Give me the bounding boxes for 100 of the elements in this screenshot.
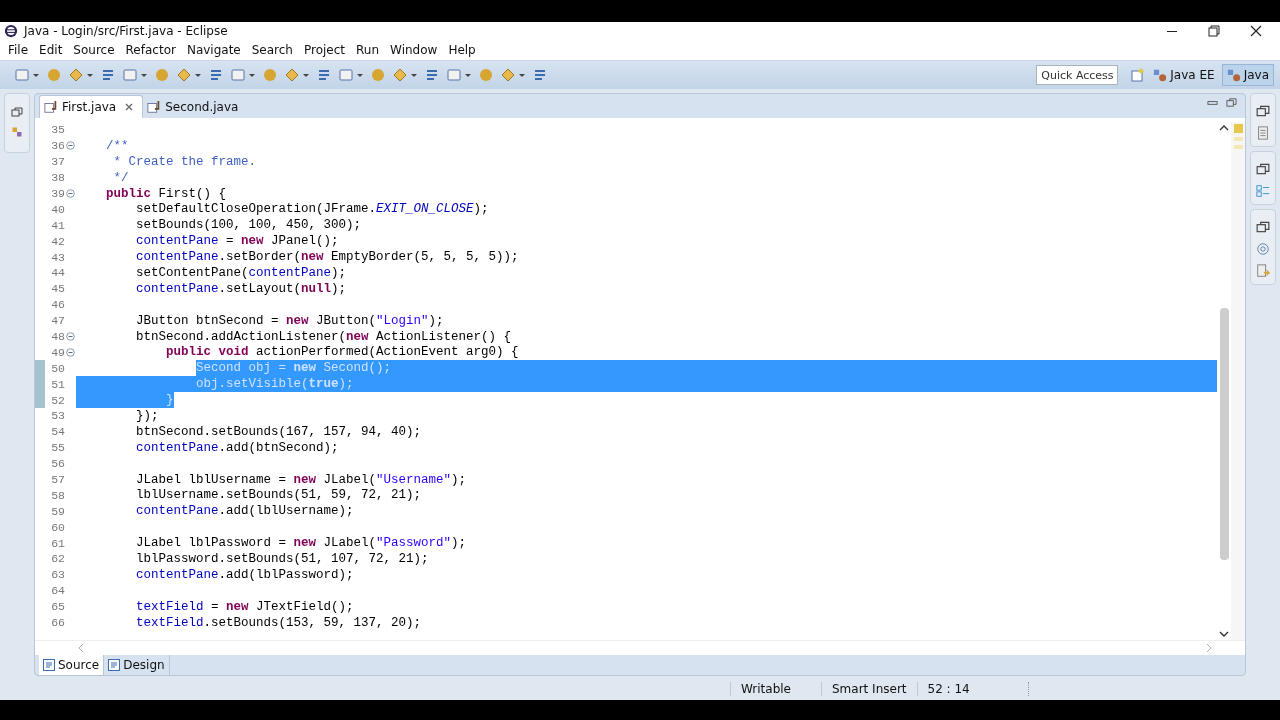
code-line: contentPane.setBorder(new EmptyBorder(5, 5, 5, 5)); xyxy=(135,250,519,265)
restore-icon[interactable] xyxy=(11,106,23,118)
dropdown-caret-icon[interactable] xyxy=(86,71,94,79)
dropdown-caret-icon[interactable] xyxy=(140,71,148,79)
scroll-left-icon[interactable] xyxy=(77,643,85,653)
status-field: Smart Insert xyxy=(821,682,917,696)
code-line: contentPane.setLayout(null); xyxy=(135,281,347,296)
line-number: 61 xyxy=(50,536,65,550)
line-number: 54 xyxy=(50,425,65,439)
restore-icon[interactable] xyxy=(1256,220,1270,234)
change-ruler-marker xyxy=(35,360,45,377)
menu-item[interactable]: Window xyxy=(384,43,443,57)
scroll-up-icon[interactable] xyxy=(1219,124,1229,132)
menu-item[interactable]: File xyxy=(2,43,34,57)
editor-mode-tab[interactable]: Source xyxy=(39,655,105,675)
line-number: 62 xyxy=(50,552,65,566)
code-line: contentPane.add(btnSecond); xyxy=(135,440,339,455)
scroll-down-icon[interactable] xyxy=(1219,630,1229,638)
dropdown-caret-icon[interactable] xyxy=(32,71,40,79)
declaration-icon[interactable] xyxy=(1256,264,1270,278)
code-line: textField.setBounds(153, 59, 137, 20); xyxy=(135,615,422,630)
maximize-icon[interactable] xyxy=(1226,97,1237,108)
status-field: Writable xyxy=(730,682,821,696)
line-number: 66 xyxy=(50,616,65,630)
dropdown-caret-icon[interactable] xyxy=(410,71,418,79)
restore-icon[interactable] xyxy=(1256,104,1270,118)
line-number: 63 xyxy=(50,568,65,582)
perspective-icon xyxy=(1153,68,1168,82)
code-line: /** xyxy=(105,138,129,153)
menu-item[interactable]: Help xyxy=(442,43,481,57)
code-line: contentPane.add(lblPassword); xyxy=(135,567,354,582)
overview-marker[interactable] xyxy=(1233,145,1243,149)
line-number: 59 xyxy=(50,504,65,518)
editor-tab[interactable]: Second.java xyxy=(143,96,247,118)
code-line: */ xyxy=(112,170,129,185)
outline-icon[interactable] xyxy=(1256,184,1270,198)
line-number: 38 xyxy=(50,171,65,185)
dropdown-caret-icon[interactable] xyxy=(248,71,256,79)
package-explorer-icon[interactable] xyxy=(11,126,23,138)
change-ruler-marker xyxy=(35,392,45,409)
line-number: 50 xyxy=(50,361,65,375)
open-perspective-icon[interactable] xyxy=(1130,67,1147,83)
menu-item[interactable]: Refactor xyxy=(119,43,181,57)
line-number: 56 xyxy=(50,457,65,471)
code-line: Second obj = new Second(); xyxy=(195,361,392,376)
scrollbar-thumb[interactable] xyxy=(1219,308,1229,560)
source-icon xyxy=(43,659,55,671)
fold-icon[interactable] xyxy=(66,347,75,357)
dropdown-caret-icon[interactable] xyxy=(356,71,364,79)
code-line: contentPane = new JPanel(); xyxy=(135,234,339,249)
close-icon[interactable] xyxy=(1250,25,1262,37)
code-line: public void actionPerformed(ActionEvent arg0) { xyxy=(165,345,519,360)
menu-item[interactable]: Search xyxy=(245,43,298,57)
dropdown-caret-icon[interactable] xyxy=(518,71,526,79)
restore-icon[interactable] xyxy=(1208,25,1220,37)
menu-item[interactable]: Run xyxy=(350,43,385,57)
overview-marker[interactable] xyxy=(1233,124,1243,133)
code-line: JLabel lblUsername = new JLabel("Username"); xyxy=(135,472,467,487)
line-number: 35 xyxy=(50,123,65,137)
line-number: 40 xyxy=(50,202,65,216)
line-number: 55 xyxy=(50,441,65,455)
at-sign-icon[interactable] xyxy=(1256,242,1270,256)
menu-item[interactable]: Source xyxy=(67,43,120,57)
line-number: 42 xyxy=(50,234,65,248)
status-field: 52 : 14 xyxy=(916,682,1008,696)
scroll-right-icon[interactable] xyxy=(1205,643,1213,653)
overview-marker[interactable] xyxy=(1233,137,1243,141)
java-file-icon xyxy=(147,100,162,114)
perspective-icon xyxy=(1226,68,1241,82)
line-number: 57 xyxy=(50,473,65,487)
line-number: 37 xyxy=(50,155,65,169)
menu-item[interactable]: Edit xyxy=(33,43,68,57)
code-line: }); xyxy=(135,408,159,423)
quick-access-field[interactable]: Quick Access xyxy=(1037,66,1118,84)
code-line: btnSecond.addActionListener(new ActionListener() { xyxy=(135,329,512,344)
perspective-button[interactable]: Java EE xyxy=(1148,64,1220,86)
line-number: 43 xyxy=(50,250,65,264)
fold-icon[interactable] xyxy=(66,141,75,151)
editor-tab[interactable]: First.java xyxy=(39,95,144,118)
code-line: setDefaultCloseOperation(JFrame.EXIT_ON_CLOSE); xyxy=(135,202,489,217)
line-number: 65 xyxy=(50,600,65,614)
editor-mode-tab[interactable]: Design xyxy=(104,655,170,675)
line-number: 45 xyxy=(50,282,65,296)
dropdown-caret-icon[interactable] xyxy=(464,71,472,79)
code-line: } xyxy=(165,393,174,408)
code-line: lblUsername.setBounds(51, 59, 72, 21); xyxy=(135,488,422,503)
restore-icon[interactable] xyxy=(1256,162,1270,176)
design-icon xyxy=(108,659,121,671)
menu-item[interactable]: Project xyxy=(297,43,351,57)
document-icon[interactable] xyxy=(1256,126,1270,140)
code-line: setBounds(100, 100, 450, 300); xyxy=(135,218,362,233)
dropdown-caret-icon[interactable] xyxy=(302,71,310,79)
perspective-button[interactable]: Java xyxy=(1221,64,1274,86)
dropdown-caret-icon[interactable] xyxy=(194,71,202,79)
menu-item[interactable]: Navigate xyxy=(180,43,246,57)
line-number: 46 xyxy=(50,298,65,312)
fold-icon[interactable] xyxy=(66,189,75,198)
line-number: 39 xyxy=(50,187,65,200)
fold-icon[interactable] xyxy=(66,332,75,341)
code-line: setContentPane(contentPane); xyxy=(135,265,347,280)
